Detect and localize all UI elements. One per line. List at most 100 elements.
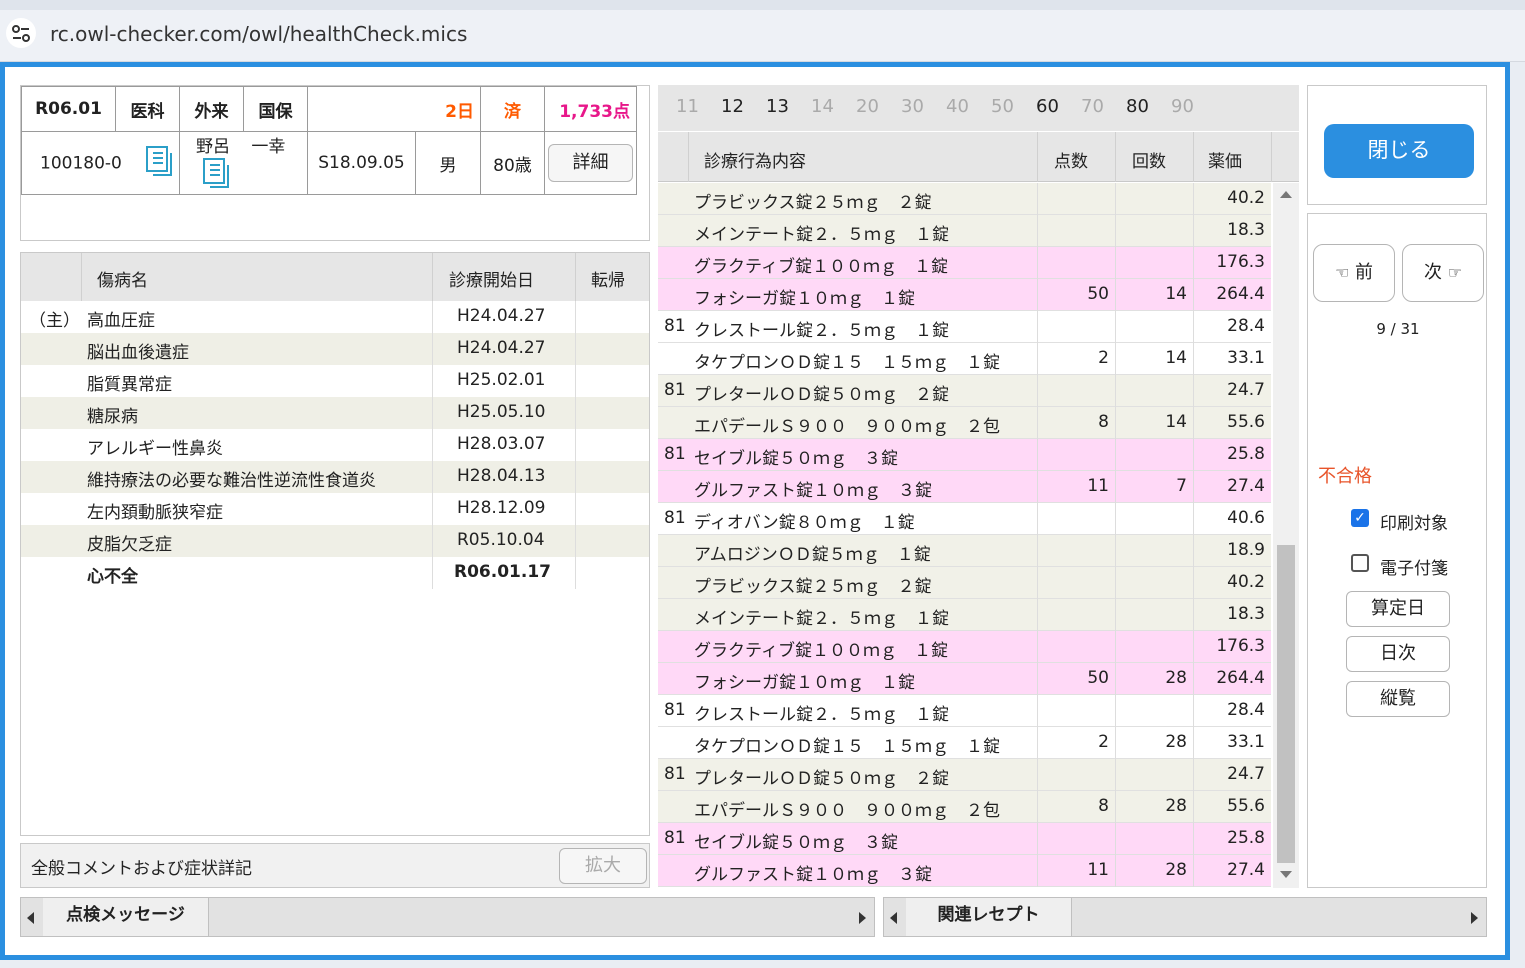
- procedure-row[interactable]: 81 クレストール錠２．５ｍｇ １錠 28.4: [658, 311, 1271, 343]
- divider: [1037, 663, 1038, 695]
- patient-given-name: 一幸: [251, 137, 286, 157]
- procedure-row[interactable]: エパデールＳ９００ ９００ｍｇ ２包 8 14 55.6: [658, 407, 1271, 439]
- divider: [1037, 759, 1038, 791]
- page-tab-90[interactable]: 90: [1171, 96, 1194, 117]
- days-count: 2日: [307, 86, 481, 132]
- procedure-price: 18.3: [1227, 220, 1265, 240]
- diagnosis-row[interactable]: 皮脂欠乏症 R05.10.04: [21, 525, 649, 557]
- diagnosis-row[interactable]: 左内頚動脈狭窄症 H28.12.09: [21, 493, 649, 525]
- daily-button[interactable]: 日次: [1346, 636, 1450, 672]
- procedure-row[interactable]: タケプロンＯＤ錠１５ １５ｍｇ １錠 2 14 33.1: [658, 343, 1271, 375]
- procedure-name: クレストール錠２．５ｍｇ １錠: [694, 705, 949, 725]
- diagnosis-row[interactable]: 糖尿病 H25.05.10: [21, 397, 649, 429]
- done-mark: 済: [480, 86, 545, 132]
- divider: [1115, 471, 1116, 503]
- procedure-code: 81: [664, 700, 686, 720]
- scroll-right-icon[interactable]: [1471, 912, 1478, 924]
- diagnosis-name: アレルギー性鼻炎: [87, 439, 223, 459]
- procedure-row[interactable]: フォシーガ錠１０ｍｇ １錠 50 14 264.4: [658, 279, 1271, 311]
- procedure-row[interactable]: 81 プレタールＯＤ錠５０ｍｇ ２錠 24.7: [658, 375, 1271, 407]
- procedure-price: 27.4: [1227, 860, 1265, 880]
- procedure-row[interactable]: エパデールＳ９００ ９００ｍｇ ２包 8 28 55.6: [658, 791, 1271, 823]
- procedure-row[interactable]: アムロジンＯＤ錠５ｍｇ １錠 18.9: [658, 535, 1271, 567]
- calc-day-button[interactable]: 算定日: [1346, 591, 1450, 627]
- page-tab-30[interactable]: 30: [901, 96, 924, 117]
- procedure-row[interactable]: タケプロンＯＤ錠１５ １５ｍｇ １錠 2 28 33.1: [658, 727, 1271, 759]
- divider: [1193, 132, 1194, 182]
- procedure-list[interactable]: プラビックス錠２５ｍｇ ２錠 40.2 メインテート錠２．５ｍｇ １錠 18.3 グラク…: [658, 183, 1271, 888]
- procedure-row[interactable]: メインテート錠２．５ｍｇ １錠 18.3: [658, 599, 1271, 631]
- divider: [432, 253, 433, 301]
- hand-right-icon: ☞: [1447, 263, 1463, 282]
- etag-checkbox[interactable]: [1351, 554, 1369, 572]
- col-procedure-content: 診療行為内容: [704, 152, 806, 172]
- procedure-scrollbar[interactable]: [1273, 183, 1299, 888]
- divider: [575, 397, 576, 429]
- page-tab-60[interactable]: 60: [1036, 96, 1059, 117]
- prev-button[interactable]: ☜ 前: [1313, 244, 1395, 302]
- site-settings-icon[interactable]: [6, 18, 36, 48]
- diagnosis-row[interactable]: 脳出血後遺症 H24.04.27: [21, 333, 649, 365]
- close-button[interactable]: 閉じる: [1324, 124, 1474, 178]
- procedure-row[interactable]: プラビックス錠２５ｍｇ ２錠 40.2: [658, 183, 1271, 215]
- page-tab-11[interactable]: 11: [676, 96, 699, 117]
- divider: [1037, 215, 1038, 247]
- divider: [1193, 855, 1194, 887]
- scroll-down-icon[interactable]: [1280, 871, 1292, 878]
- scroll-up-icon[interactable]: [1280, 191, 1292, 198]
- page-tab-50[interactable]: 50: [991, 96, 1014, 117]
- divider: [432, 397, 433, 429]
- page-tab-13[interactable]: 13: [766, 96, 789, 117]
- procedure-row[interactable]: 81 プレタールＯＤ錠５０ｍｇ ２錠 24.7: [658, 759, 1271, 791]
- scroll-left-icon[interactable]: [27, 912, 34, 924]
- vertical-view-button[interactable]: 縦覧: [1346, 681, 1450, 717]
- procedure-row[interactable]: メインテート錠２．５ｍｇ １錠 18.3: [658, 215, 1271, 247]
- page-tab-14[interactable]: 14: [811, 96, 834, 117]
- procedure-count: 14: [1165, 412, 1187, 432]
- procedure-row[interactable]: グルファスト錠１０ｍｇ ３錠 11 7 27.4: [658, 471, 1271, 503]
- page-tab-70[interactable]: 70: [1081, 96, 1104, 117]
- page-tab-12[interactable]: 12: [721, 96, 744, 117]
- procedure-row[interactable]: 81 セイブル錠５０ｍｇ ３錠 25.8: [658, 439, 1271, 471]
- page-tab-40[interactable]: 40: [946, 96, 969, 117]
- etag-label: 電子付箋: [1380, 559, 1448, 579]
- diagnosis-row[interactable]: 維持療法の必要な難治性逆流性食道炎 H28.04.13: [21, 461, 649, 493]
- scroll-thumb[interactable]: [1277, 545, 1295, 863]
- detail-button[interactable]: 詳細: [548, 144, 633, 182]
- procedure-count: 28: [1165, 732, 1187, 752]
- procedure-name: クレストール錠２．５ｍｇ １錠: [694, 321, 949, 341]
- patient-id: 100180-0: [40, 153, 122, 173]
- scroll-left-icon[interactable]: [890, 912, 897, 924]
- diagnosis-row[interactable]: 心不全 R06.01.17: [21, 557, 649, 589]
- procedure-row[interactable]: フォシーガ錠１０ｍｇ １錠 50 28 264.4: [658, 663, 1271, 695]
- divider: [575, 493, 576, 525]
- divider: [1115, 855, 1116, 887]
- divider: [688, 132, 689, 182]
- procedure-price: 55.6: [1227, 796, 1265, 816]
- divider: [575, 461, 576, 493]
- procedure-row[interactable]: 81 セイブル錠５０ｍｇ ３錠 25.8: [658, 823, 1271, 855]
- expand-button[interactable]: 拡大: [559, 848, 647, 884]
- procedure-row[interactable]: グラクティブ錠１００ｍｇ １錠 176.3: [658, 631, 1271, 663]
- procedure-row[interactable]: グラクティブ錠１００ｍｇ １錠 176.3: [658, 247, 1271, 279]
- procedure-row[interactable]: プラビックス錠２５ｍｇ ２錠 40.2: [658, 567, 1271, 599]
- page-tab-80[interactable]: 80: [1126, 96, 1149, 117]
- divider: [1193, 215, 1194, 247]
- page-tab-20[interactable]: 20: [856, 96, 879, 117]
- url-text[interactable]: rc.owl-checker.com/owl/healthCheck.mics: [50, 22, 467, 46]
- tab-check-messages-label: 点検メッセージ: [66, 905, 185, 925]
- diagnosis-row[interactable]: アレルギー性鼻炎 H28.03.07: [21, 429, 649, 461]
- next-button[interactable]: 次 ☞: [1402, 244, 1484, 302]
- procedure-price: 24.7: [1227, 380, 1265, 400]
- procedure-row[interactable]: グルファスト錠１０ｍｇ ３錠 11 28 27.4: [658, 855, 1271, 887]
- scroll-right-icon[interactable]: [859, 912, 866, 924]
- diagnosis-row[interactable]: （主） 高血圧症 H24.04.27: [21, 301, 649, 333]
- procedure-row[interactable]: 81 ディオバン錠８０ｍｇ １錠 40.6: [658, 503, 1271, 535]
- tab-related-receipts[interactable]: 関連レセプト: [906, 898, 1072, 936]
- procedure-row[interactable]: 81 クレストール錠２．５ｍｇ １錠 28.4: [658, 695, 1271, 727]
- copy-name-icon[interactable]: [202, 157, 232, 194]
- tab-check-messages[interactable]: 点検メッセージ: [43, 898, 209, 936]
- copy-icon[interactable]: [145, 145, 175, 182]
- print-checkbox[interactable]: ✓: [1351, 509, 1369, 527]
- diagnosis-row[interactable]: 脂質異常症 H25.02.01: [21, 365, 649, 397]
